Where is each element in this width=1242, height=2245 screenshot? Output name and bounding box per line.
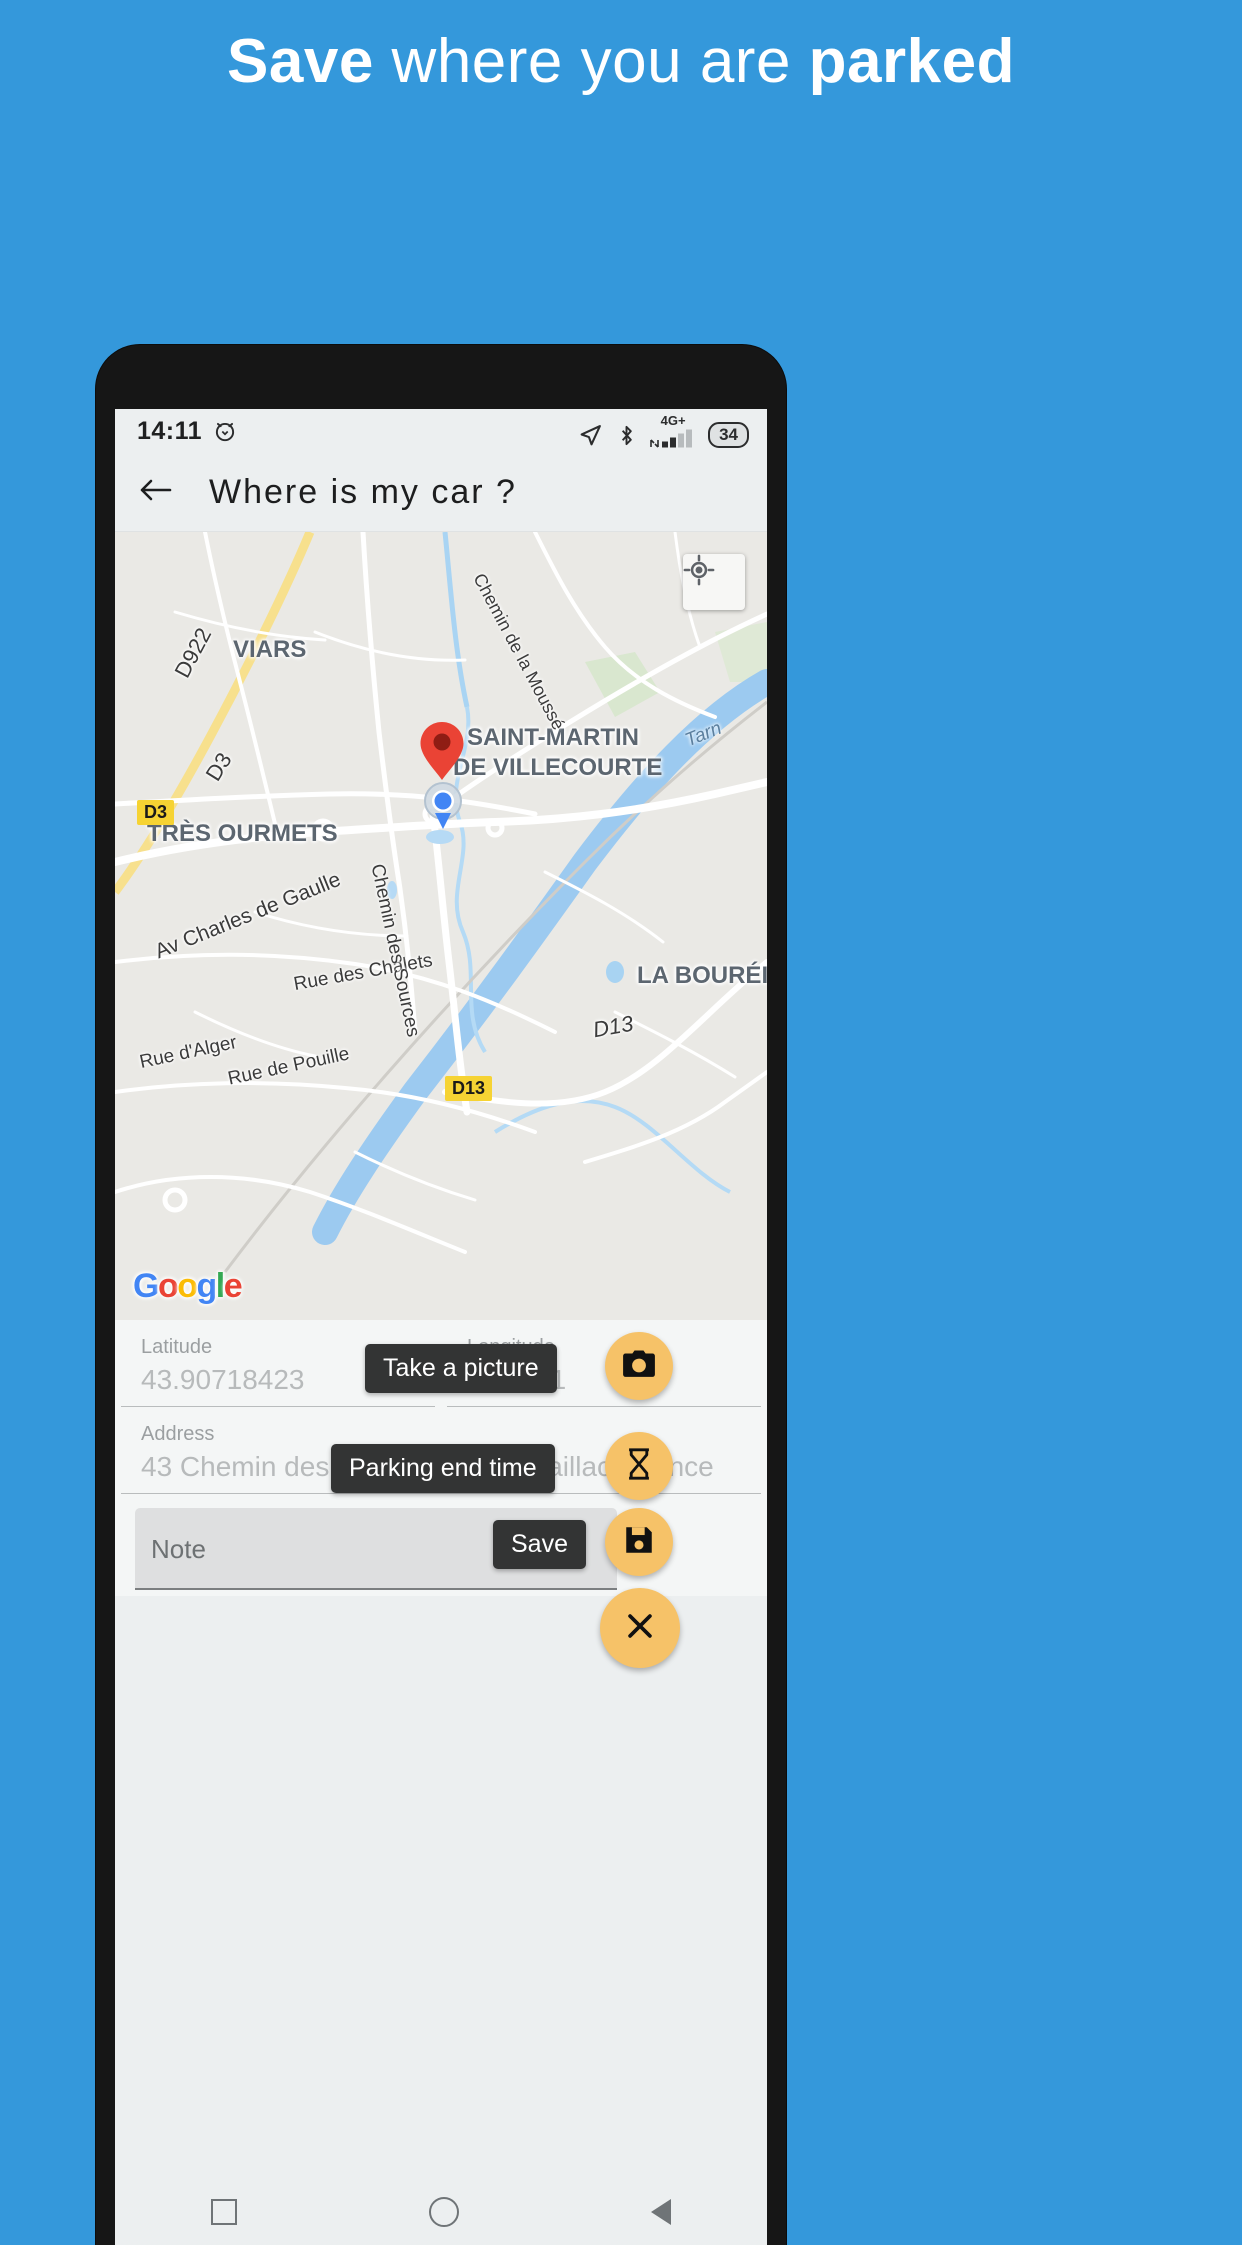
map-route-shield: D3 — [137, 800, 175, 825]
battery-indicator: 34 — [708, 422, 749, 448]
headline-bold-start: Save — [227, 27, 374, 96]
save-button[interactable] — [605, 1508, 673, 1576]
my-location-button[interactable] — [683, 554, 745, 610]
note-placeholder: Note — [151, 1533, 206, 1564]
square-recents-icon[interactable] — [211, 2199, 237, 2225]
bluetooth-icon — [615, 423, 638, 448]
circle-home-icon[interactable] — [429, 2197, 459, 2227]
status-bar: 14:11 4G+ 34 — [115, 409, 767, 453]
parking-end-time-button[interactable] — [605, 1432, 673, 1500]
parking-details-form: Latitude 43.90718423 Longitude 1.90211 A… — [115, 1320, 767, 1668]
page-title: Where is my car ? — [209, 472, 517, 511]
close-button[interactable] — [600, 1588, 680, 1668]
status-bar-right: 4G+ 34 — [578, 414, 749, 448]
network-type-label: 4G+ — [660, 413, 686, 428]
save-tooltip: Save — [493, 1520, 586, 1569]
app-toolbar: Where is my car ? — [115, 453, 767, 532]
phone-screen: 14:11 4G+ 34 Where is my car ? VIARS TRÈ… — [115, 409, 767, 2245]
headline-light-middle: where you are — [373, 27, 809, 96]
location-arrow-icon — [578, 423, 603, 448]
take-picture-button[interactable] — [605, 1332, 673, 1400]
floppy-disk-save-icon — [622, 1523, 656, 1562]
status-time: 14:11 — [137, 416, 203, 445]
camera-icon — [621, 1346, 657, 1387]
map-view[interactable]: VIARS TRÈS OURMETS SAINT-MARTIN DE VILLE… — [115, 532, 767, 1320]
map-route-shield: D13 — [445, 1076, 493, 1101]
triangle-back-icon[interactable] — [651, 2199, 671, 2225]
phone-mockup: 14:11 4G+ 34 Where is my car ? VIARS TRÈ… — [96, 345, 786, 2245]
take-picture-tooltip: Take a picture — [365, 1344, 557, 1393]
alarm-clock-icon — [212, 418, 238, 444]
signal-bars-icon: 4G+ — [650, 414, 696, 448]
headline-bold-end: parked — [808, 27, 1015, 96]
promo-headline: Save where you are parked — [0, 26, 1242, 97]
close-x-icon — [623, 1609, 657, 1648]
android-nav-bar — [115, 2179, 767, 2245]
parking-end-time-tooltip: Parking end time — [331, 1444, 555, 1493]
map-canvas — [115, 532, 767, 1320]
back-arrow-icon[interactable] — [137, 475, 175, 510]
status-bar-left: 14:11 — [137, 417, 238, 446]
hourglass-icon — [622, 1447, 656, 1486]
google-attribution: Google — [133, 1267, 243, 1305]
